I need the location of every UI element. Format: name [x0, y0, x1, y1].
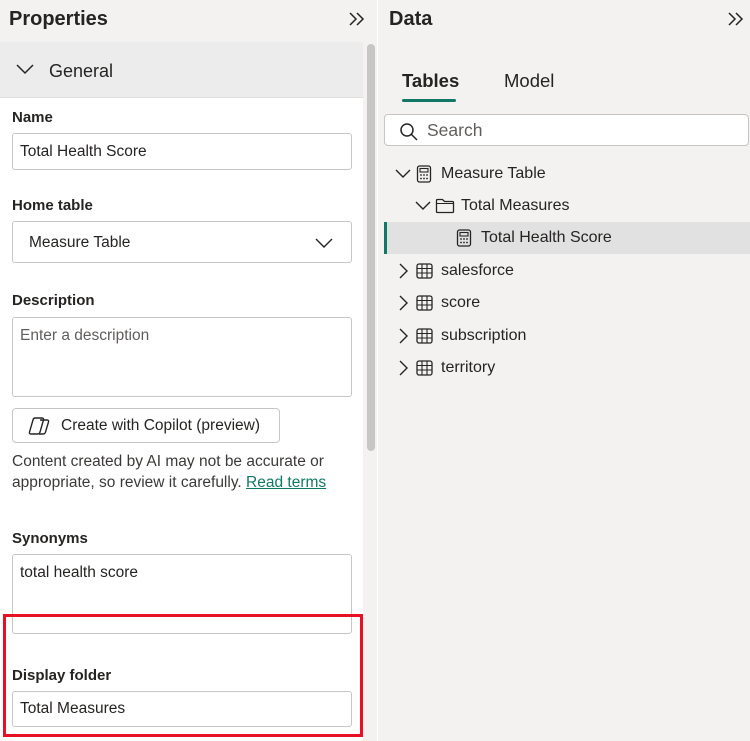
data-pane: Data Tables Model Measure Table: [378, 0, 750, 741]
copilot-icon: [28, 417, 50, 435]
tree-item-score[interactable]: score: [378, 287, 750, 319]
double-chevron-right-icon: [728, 12, 744, 26]
chevron-down-icon[interactable]: [415, 200, 431, 212]
chevron-down-icon: [315, 238, 333, 248]
tree-item-label: score: [441, 294, 481, 311]
tree-item-label: Measure Table: [441, 165, 546, 182]
tree-item-subscription[interactable]: subscription: [378, 320, 750, 352]
display-folder-value: Total Measures: [20, 700, 126, 717]
ai-disclaimer: Content created by AI may not be accurat…: [12, 451, 352, 493]
chevron-down-icon[interactable]: [395, 168, 411, 180]
chevron-right-icon[interactable]: [397, 263, 409, 279]
folder-icon: [435, 198, 455, 214]
synonyms-value: total health score: [20, 564, 139, 581]
tree-item-label: Total Health Score: [481, 229, 612, 246]
table-icon: [416, 295, 433, 311]
name-input-value: Total Health Score: [20, 142, 147, 160]
description-textarea[interactable]: Enter a description: [12, 317, 352, 397]
collapse-data-button[interactable]: [725, 8, 747, 30]
general-section-header[interactable]: General: [0, 42, 363, 98]
search-box[interactable]: [384, 114, 749, 146]
create-with-copilot-button[interactable]: Create with Copilot (preview): [12, 408, 280, 443]
tree-item-measure-table[interactable]: Measure Table: [378, 158, 750, 190]
chevron-right-icon[interactable]: [397, 328, 409, 344]
table-icon: [416, 360, 433, 376]
synonyms-label: Synonyms: [12, 530, 88, 547]
name-label: Name: [12, 109, 53, 126]
double-chevron-right-icon: [349, 12, 365, 26]
copilot-button-label: Create with Copilot (preview): [61, 417, 260, 434]
scrollbar-thumb[interactable]: [367, 44, 375, 451]
tree-item-label: salesforce: [441, 262, 514, 279]
calculator-icon: [416, 165, 432, 183]
collapse-properties-button[interactable]: [346, 8, 368, 30]
description-placeholder: Enter a description: [20, 327, 150, 344]
tab-tables[interactable]: Tables: [402, 70, 459, 92]
tree-item-total-measures-folder[interactable]: Total Measures: [378, 190, 750, 222]
search-icon: [400, 123, 418, 141]
properties-body: General Name Total Health Score Home tab…: [0, 42, 363, 741]
selection-indicator: [384, 222, 387, 254]
home-table-label: Home table: [12, 197, 93, 214]
chevron-down-icon: [16, 64, 34, 75]
name-input[interactable]: Total Health Score: [12, 133, 352, 170]
display-folder-label: Display folder: [12, 667, 112, 684]
properties-scrollbar[interactable]: [365, 42, 377, 741]
home-table-value: Measure Table: [29, 234, 131, 251]
active-tab-indicator: [402, 99, 456, 102]
display-folder-input[interactable]: Total Measures: [12, 691, 352, 727]
chevron-right-icon[interactable]: [397, 295, 409, 311]
table-icon: [416, 328, 433, 344]
tab-model[interactable]: Model: [504, 70, 554, 92]
read-terms-link[interactable]: Read terms: [246, 474, 326, 491]
tree-item-salesforce[interactable]: salesforce: [378, 255, 750, 287]
properties-pane: Properties General Name Total Health Sco…: [0, 0, 377, 741]
tree-item-total-health-score[interactable]: Total Health Score: [384, 222, 750, 254]
tree-item-label: subscription: [441, 327, 527, 344]
chevron-right-icon[interactable]: [397, 360, 409, 376]
tree-item-label: Total Measures: [461, 197, 570, 214]
properties-title: Properties: [9, 8, 108, 30]
description-label: Description: [12, 292, 95, 309]
properties-header: Properties: [0, 0, 377, 42]
synonyms-textarea[interactable]: total health score: [12, 554, 352, 634]
tree-item-label: territory: [441, 359, 496, 376]
table-icon: [416, 263, 433, 279]
tree-item-territory[interactable]: territory: [378, 352, 750, 384]
home-table-dropdown[interactable]: Measure Table: [12, 221, 352, 263]
general-section-label: General: [49, 61, 114, 81]
search-input[interactable]: [427, 118, 727, 142]
data-title: Data: [389, 8, 433, 30]
calculator-icon: [456, 229, 472, 247]
